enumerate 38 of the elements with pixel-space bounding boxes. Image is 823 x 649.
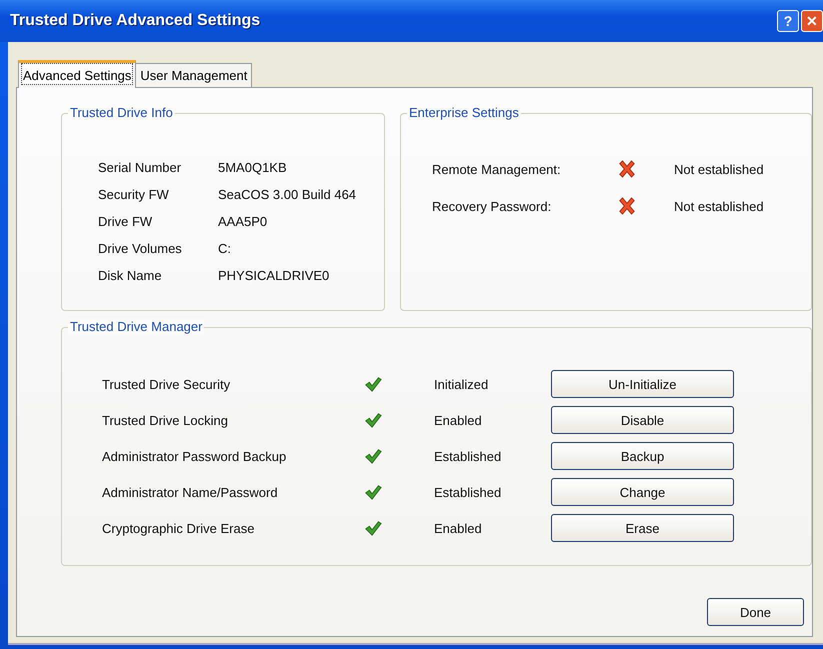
setting-label: Cryptographic Drive Erase: [102, 520, 256, 536]
done-button[interactable]: Done: [707, 598, 804, 626]
setting-label: Trusted Drive Security: [102, 376, 232, 392]
field-label: Disk Name: [98, 268, 163, 283]
field-label: Serial Number: [98, 160, 182, 175]
action-button[interactable]: Erase: [551, 514, 734, 542]
action-button[interactable]: Disable: [551, 406, 734, 434]
field-value: C:: [218, 241, 232, 256]
field-value: SeaCOS 3.00 Build 464: [218, 187, 358, 202]
tab[interactable]: User Management: [135, 63, 252, 87]
field-label: Security FW: [98, 187, 170, 202]
field-value: AAA5P0: [218, 214, 268, 229]
action-button[interactable]: Backup: [551, 442, 734, 470]
status-text: Not established: [674, 162, 765, 176]
setting-label: Remote Management:: [432, 162, 562, 176]
status-text: Enabled: [434, 520, 483, 536]
status-text: Initialized: [434, 376, 490, 392]
status-text: Enabled: [434, 412, 483, 428]
close-button[interactable]: ✕: [801, 10, 823, 32]
field-value: 5MA0Q1KB: [218, 160, 288, 175]
group-title: Trusted Drive Manager: [68, 319, 204, 334]
field-label: Drive Volumes: [98, 241, 183, 256]
status-text: Established: [434, 448, 502, 464]
help-button[interactable]: ?: [777, 10, 799, 32]
window-title: Trusted Drive Advanced Settings: [10, 12, 260, 30]
field-value: PHYSICALDRIVE0: [218, 268, 330, 283]
setting-label: Administrator Password Backup: [102, 448, 288, 464]
group-title: Enterprise Settings: [407, 105, 521, 120]
action-button[interactable]: Change: [551, 478, 734, 506]
setting-label: Recovery Password:: [432, 198, 552, 214]
field-label: Drive FW: [98, 214, 154, 229]
status-text: Established: [434, 484, 502, 500]
setting-label: Trusted Drive Locking: [102, 412, 229, 428]
setting-label: Administrator Name/Password: [102, 484, 279, 500]
action-button[interactable]: Un-Initialize: [551, 370, 734, 398]
group-title: Trusted Drive Info: [68, 105, 175, 120]
status-text: Not established: [674, 198, 765, 214]
tab[interactable]: Advanced Settings: [18, 60, 136, 88]
